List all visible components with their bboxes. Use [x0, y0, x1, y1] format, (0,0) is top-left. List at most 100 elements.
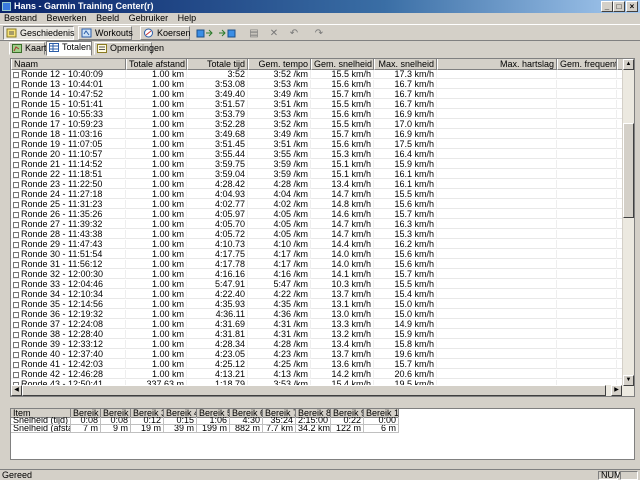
- table-row[interactable]: Ronde 35 - 12:14:56 1.00 km 4:35.93 4:35 /k…: [11, 300, 623, 309]
- receive-from-device-icon[interactable]: [196, 28, 214, 39]
- num-lock-indicator: NUM: [598, 471, 622, 480]
- table-row[interactable]: Ronde 36 - 12:19:32 1.00 km 4:36.11 4:36 /k…: [11, 310, 623, 319]
- table-row[interactable]: Ronde 26 - 11:35:26 1.00 km 4:05.97 4:05 /k…: [11, 210, 623, 219]
- tab-map-label: Kaart: [25, 43, 47, 53]
- lap-icon: [13, 272, 19, 278]
- tab-totals[interactable]: Totalen: [46, 41, 92, 56]
- table-row[interactable]: Ronde 25 - 11:31:23 1.00 km 4:02.77 4:02 /k…: [11, 200, 623, 209]
- workouts-button[interactable]: Workouts: [78, 26, 133, 40]
- cell-avg-speed: 15.6 km/h: [311, 110, 374, 119]
- cell-avg-speed: 14.4 km/h: [311, 240, 374, 249]
- lap-name: Ronde 16 - 10:55:33: [21, 110, 104, 119]
- cell-total-time: 4:36.11: [187, 310, 248, 319]
- column-header-max-speed[interactable]: Max. snelheid: [374, 59, 437, 70]
- cell-total-distance: 1.00 km: [126, 280, 187, 289]
- delete-icon[interactable]: ✕: [267, 28, 281, 39]
- tab-notes[interactable]: Opmerkingen: [94, 42, 164, 55]
- column-header-name[interactable]: Naam: [11, 59, 126, 70]
- scroll-left-button[interactable]: ◀: [11, 385, 22, 396]
- cell-max-heart-rate: [437, 330, 557, 339]
- table-row[interactable]: Ronde 37 - 12:24:08 1.00 km 4:31.69 4:31 /k…: [11, 320, 623, 329]
- table-row[interactable]: Ronde 16 - 10:55:33 1.00 km 3:53.79 3:53 /k…: [11, 110, 623, 119]
- table-row[interactable]: Ronde 33 - 12:04:46 1.00 km 5:47.91 5:47 /k…: [11, 280, 623, 289]
- table-row[interactable]: Ronde 13 - 10:44:01 1.00 km 3:53.08 3:53 /k…: [11, 80, 623, 89]
- zones-cell: 0:12: [131, 417, 164, 425]
- scroll-down-button[interactable]: ▼: [623, 375, 634, 386]
- maximize-button[interactable]: □: [613, 1, 625, 12]
- menu-view[interactable]: Beeld: [93, 13, 122, 24]
- cell-max-heart-rate: [437, 360, 557, 369]
- table-row[interactable]: Ronde 40 - 12:37:40 1.00 km 4:23.05 4:23 /k…: [11, 350, 623, 359]
- column-header-total-time[interactable]: Totale tijd: [187, 59, 248, 70]
- table-row[interactable]: Ronde 20 - 11:10:57 1.00 km 3:55.44 3:55 /k…: [11, 150, 623, 159]
- pane-splitter[interactable]: [0, 400, 640, 404]
- lap-name: Ronde 41 - 12:42:03: [21, 360, 104, 369]
- send-to-device-icon[interactable]: [218, 28, 236, 39]
- cell-avg-pace: 4:23 /km: [248, 350, 311, 359]
- table-row[interactable]: Ronde 18 - 11:03:16 1.00 km 3:49.68 3:49 /k…: [11, 130, 623, 139]
- horizontal-scrollbar[interactable]: ◀ ▶: [11, 385, 623, 396]
- courses-button[interactable]: Koersen: [140, 26, 191, 40]
- copy-icon[interactable]: ▤: [247, 28, 261, 39]
- lap-icon: [13, 72, 19, 78]
- cell-avg-cadence: [557, 280, 617, 289]
- vertical-scroll-thumb[interactable]: [623, 123, 634, 218]
- cell-avg-cadence: [557, 140, 617, 149]
- cell-name: Ronde 20 - 11:10:57: [11, 150, 126, 159]
- table-row[interactable]: Ronde 15 - 10:51:41 1.00 km 3:51.57 3:51 /k…: [11, 100, 623, 109]
- cell-max-speed: 15.3 km/h: [374, 230, 437, 239]
- table-row[interactable]: Ronde 29 - 11:47:43 1.00 km 4:10.73 4:10 /k…: [11, 240, 623, 249]
- cell-avg-pace: 4:28 /km: [248, 180, 311, 189]
- table-row[interactable]: Ronde 39 - 12:33:12 1.00 km 4:28.34 4:28 /k…: [11, 340, 623, 349]
- lap-name: Ronde 18 - 11:03:16: [21, 130, 103, 139]
- scroll-right-button[interactable]: ▶: [611, 385, 622, 396]
- redo-icon[interactable]: ↷: [312, 28, 326, 39]
- table-row[interactable]: Ronde 17 - 10:59:23 1.00 km 3:52.28 3:52 /k…: [11, 120, 623, 129]
- size-grip[interactable]: [620, 471, 638, 480]
- horizontal-scroll-thumb[interactable]: [22, 385, 606, 396]
- tab-map[interactable]: Kaart: [9, 42, 47, 55]
- cell-max-speed: 15.5 km/h: [374, 190, 437, 199]
- cell-avg-pace: 4:36 /km: [248, 310, 311, 319]
- cell-total-time: 3:53.08: [187, 80, 248, 89]
- close-button[interactable]: ×: [626, 1, 638, 12]
- table-row[interactable]: Ronde 38 - 12:28:40 1.00 km 4:31.81 4:31 /k…: [11, 330, 623, 339]
- table-row[interactable]: Ronde 14 - 10:47:52 1.00 km 3:49.40 3:49 /k…: [11, 90, 623, 99]
- column-header-avg-pace[interactable]: Gem. tempo: [248, 59, 311, 70]
- table-row[interactable]: Ronde 42 - 12:46:28 1.00 km 4:13.21 4:13 /k…: [11, 370, 623, 379]
- undo-icon[interactable]: ↶: [287, 28, 301, 39]
- table-row[interactable]: Ronde 41 - 12:42:03 1.00 km 4:25.12 4:25 /k…: [11, 360, 623, 369]
- table-row[interactable]: Ronde 24 - 11:27:18 1.00 km 4:04.93 4:04 /k…: [11, 190, 623, 199]
- table-row[interactable]: Ronde 28 - 11:43:38 1.00 km 4:05.72 4:05 /k…: [11, 230, 623, 239]
- vertical-scrollbar[interactable]: ▲ ▼: [622, 59, 634, 396]
- table-row[interactable]: Ronde 31 - 11:56:12 1.00 km 4:17.78 4:17 /k…: [11, 260, 623, 269]
- table-row[interactable]: Ronde 30 - 11:51:54 1.00 km 4:17.75 4:17 /k…: [11, 250, 623, 259]
- table-row[interactable]: Ronde 27 - 11:39:32 1.00 km 4:05.70 4:05 /k…: [11, 220, 623, 229]
- menu-user[interactable]: Gebruiker: [126, 13, 172, 24]
- menu-help[interactable]: Help: [175, 13, 200, 24]
- cell-total-distance: 1.00 km: [126, 350, 187, 359]
- table-row[interactable]: Ronde 32 - 12:00:30 1.00 km 4:16.16 4:16 /k…: [11, 270, 623, 279]
- column-header-max-heart-rate[interactable]: Max. hartslag: [437, 59, 557, 70]
- cell-total-time: 4:25.12: [187, 360, 248, 369]
- cell-max-speed: 16.3 km/h: [374, 220, 437, 229]
- lap-name: Ronde 33 - 12:04:46: [21, 280, 104, 289]
- menu-edit[interactable]: Bewerken: [44, 13, 90, 24]
- table-row[interactable]: Ronde 34 - 12:10:34 1.00 km 4:22.40 4:22 /k…: [11, 290, 623, 299]
- column-header-total-distance[interactable]: Totale afstand: [126, 59, 187, 70]
- scroll-up-button[interactable]: ▲: [623, 59, 634, 70]
- column-header-avg-cadence[interactable]: Gem. frequentie: [557, 59, 617, 70]
- minimize-button[interactable]: _: [601, 1, 613, 12]
- cell-avg-cadence: [557, 70, 617, 79]
- table-row[interactable]: Ronde 12 - 10:40:09 1.00 km 3:52 3:52 /km 15…: [11, 70, 623, 79]
- table-row[interactable]: Ronde 19 - 11:07:05 1.00 km 3:51.45 3:51 /k…: [11, 140, 623, 149]
- table-row[interactable]: Ronde 22 - 11:18:51 1.00 km 3:59.04 3:59 /k…: [11, 170, 623, 179]
- menu-file[interactable]: Bestand: [1, 13, 40, 24]
- table-row[interactable]: Ronde 23 - 11:22:50 1.00 km 4:28.42 4:28 /k…: [11, 180, 623, 189]
- cell-avg-cadence: [557, 260, 617, 269]
- zones-cell: 9 m: [101, 425, 131, 433]
- column-header-avg-speed[interactable]: Gem. snelheid: [311, 59, 374, 70]
- table-row[interactable]: Ronde 21 - 11:14:52 1.00 km 3:59.75 3:59 /k…: [11, 160, 623, 169]
- cell-avg-speed: 13.6 km/h: [311, 360, 374, 369]
- history-button[interactable]: Geschiedenis: [3, 26, 75, 40]
